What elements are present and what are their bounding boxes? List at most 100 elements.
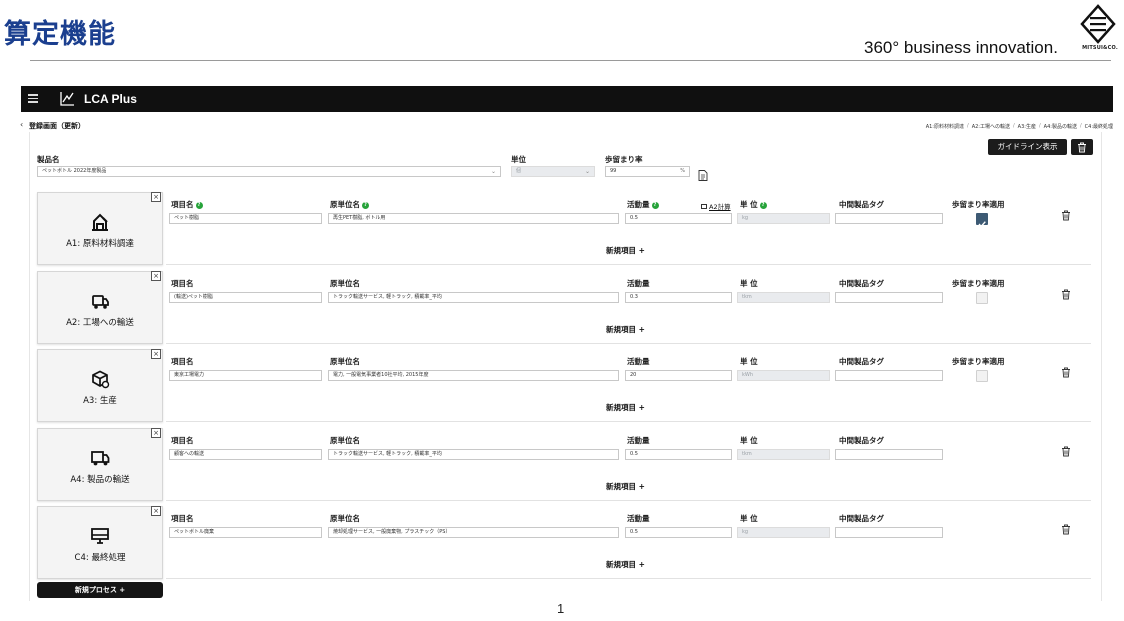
basic-unit-label: 原単位名 (330, 356, 360, 367)
trash-icon[interactable] (1061, 524, 1071, 535)
unit-col-label: 単 位 (740, 435, 758, 446)
close-icon[interactable]: × (151, 428, 161, 438)
basic-unit-label: 原単位名 (330, 513, 360, 524)
unit-col-label: 単 位 (740, 513, 758, 524)
activity-input[interactable]: 0.5 (625, 449, 732, 460)
close-icon[interactable]: × (151, 192, 161, 202)
header-divider (30, 60, 1111, 61)
calculator-icon (701, 204, 707, 209)
activity-label: 活動量 (627, 356, 650, 367)
unit-col-label-text: 単 位 (740, 200, 758, 209)
intermediate-tag-label: 中間製品タグ (839, 436, 884, 445)
item-name-input[interactable]: 顧客への輸送 (169, 449, 322, 460)
process-title: A1: 原料材料調達 (66, 239, 134, 249)
new-item-button[interactable]: 新規項目 + (606, 324, 645, 335)
basic-unit-input[interactable]: トラック輸送サービス, 軽トラック, 積載率_平均 (328, 449, 619, 460)
basic-unit-input[interactable]: 電力, 一般電気事業者10社平均, 2015年度 (328, 370, 619, 381)
unit-col-label-text: 単 位 (740, 279, 758, 288)
basic-unit-input[interactable]: トラック輸送サービス, 軽トラック, 積載率_平均 (328, 292, 619, 303)
intermediate-tag-label: 中間製品タグ (839, 200, 884, 209)
monitor-icon (91, 528, 109, 544)
item-name-label: 項目名 (171, 435, 194, 446)
intermediate-tag-input[interactable] (835, 213, 943, 224)
unit-value: 個 (516, 168, 522, 174)
percent-suffix: % (680, 168, 685, 174)
help-icon[interactable]: ? (195, 202, 203, 209)
basic-unit-input[interactable]: 再生PET樹脂, ボトル用 (328, 213, 619, 224)
process-card[interactable]: A3: 生産 (37, 349, 163, 422)
activity-input[interactable]: 0.5 (625, 527, 732, 538)
new-item-button[interactable]: 新規項目 + (606, 402, 645, 413)
process-title: A2: 工場への輸送 (66, 318, 134, 328)
help-icon[interactable]: ? (651, 202, 659, 209)
activity-input[interactable]: 0.3 (625, 292, 732, 303)
chevron-down-icon: ⌄ (490, 168, 496, 175)
activity-label: 活動量 (627, 435, 650, 446)
new-item-button[interactable]: 新規項目 + (606, 481, 645, 492)
delivery-truck-icon (91, 451, 110, 466)
delete-product-button[interactable] (1071, 139, 1093, 155)
menu-icon[interactable] (28, 94, 38, 103)
activity-input[interactable]: 20 (625, 370, 732, 381)
item-name-input[interactable]: (輸送)ペット樹脂 (169, 292, 322, 303)
yield-input[interactable]: 99 % (605, 166, 690, 177)
trash-icon[interactable] (1061, 446, 1071, 457)
help-icon[interactable]: ? (362, 202, 369, 209)
close-icon[interactable]: × (151, 271, 161, 281)
basic-unit-input[interactable]: 焼却処理サービス, 一般廃棄物, プラスチック（PS） (328, 527, 619, 538)
trash-icon[interactable] (1061, 210, 1071, 221)
yield-apply-checkbox[interactable] (976, 213, 988, 228)
basic-unit-label-text: 原単位名 (330, 200, 360, 209)
trash-icon[interactable] (1061, 289, 1071, 300)
intermediate-tag-input[interactable] (835, 292, 943, 303)
activity-input[interactable]: 0.5 (625, 213, 732, 224)
breadcrumb-item[interactable]: A3:生産 (1018, 123, 1036, 130)
process-card[interactable]: C4: 最終処理 (37, 506, 163, 579)
close-icon[interactable]: × (151, 506, 161, 516)
yield-apply-checkbox[interactable] (976, 292, 988, 304)
guideline-button[interactable]: ガイドライン表示 (988, 139, 1067, 155)
item-name-label: 項目名 (171, 513, 194, 524)
process-card[interactable]: A2: 工場への輸送 (37, 271, 163, 344)
activity-label-text: 活動量 (627, 200, 650, 209)
item-name-input[interactable]: 東京工場電力 (169, 370, 322, 381)
yield-apply-checkbox[interactable] (976, 370, 988, 382)
intermediate-tag-input[interactable] (835, 370, 943, 381)
trash-icon[interactable] (1061, 367, 1071, 378)
unit-col-label-text: 単 位 (740, 357, 758, 366)
new-item-button[interactable]: 新規項目 + (606, 559, 645, 570)
intermediate-tag-input[interactable] (835, 449, 943, 460)
a2-calc-link[interactable]: A2計算 (701, 201, 731, 211)
product-name-value: ペットボトル 2022年度製品 (42, 168, 107, 174)
basic-unit-label-text: 原単位名 (330, 436, 360, 445)
help-icon[interactable]: ? (759, 202, 767, 209)
item-name-label-text: 項目名 (171, 200, 194, 209)
process-title: C4: 最終処理 (74, 553, 126, 563)
new-process-button[interactable]: 新規プロセス + (37, 582, 163, 598)
breadcrumb-item[interactable]: C4:最終処理 (1085, 123, 1113, 130)
document-icon[interactable] (698, 170, 708, 181)
chevron-down-icon: ⌄ (584, 168, 590, 175)
page-heading: 登録画面（更新） (29, 122, 85, 130)
unit-display: tkm (737, 449, 830, 460)
check-icon (978, 221, 986, 228)
item-name-input[interactable]: ペットボトル廃棄 (169, 527, 322, 538)
breadcrumb-item[interactable]: A1:原料材料調達 (926, 123, 964, 130)
intermediate-tag-label: 中間製品タグ (839, 514, 884, 523)
item-name-input[interactable]: ペット樹脂 (169, 213, 322, 224)
chevron-left-icon[interactable]: ‹ (20, 120, 23, 129)
item-name-label: 項目名 (171, 278, 194, 289)
tagline: 360° business innovation. (864, 38, 1058, 57)
breadcrumb-item[interactable]: A4:製品の輸送 (1044, 123, 1077, 130)
new-item-button[interactable]: 新規項目 + (606, 245, 645, 256)
close-icon[interactable]: × (151, 349, 161, 359)
breadcrumb-item[interactable]: A2:工場への輸送 (972, 123, 1010, 130)
intermediate-tag-input[interactable] (835, 527, 943, 538)
basic-unit-label: 原単位名? (330, 199, 369, 210)
activity-label-text: 活動量 (627, 279, 650, 288)
product-name-select[interactable]: ペットボトル 2022年度製品 ⌄ (37, 166, 501, 177)
row-divider (166, 421, 1091, 422)
process-card[interactable]: A1: 原料材料調達 (37, 192, 163, 265)
intermediate-tag-label: 中間製品タグ (839, 357, 884, 366)
process-card[interactable]: A4: 製品の輸送 (37, 428, 163, 501)
